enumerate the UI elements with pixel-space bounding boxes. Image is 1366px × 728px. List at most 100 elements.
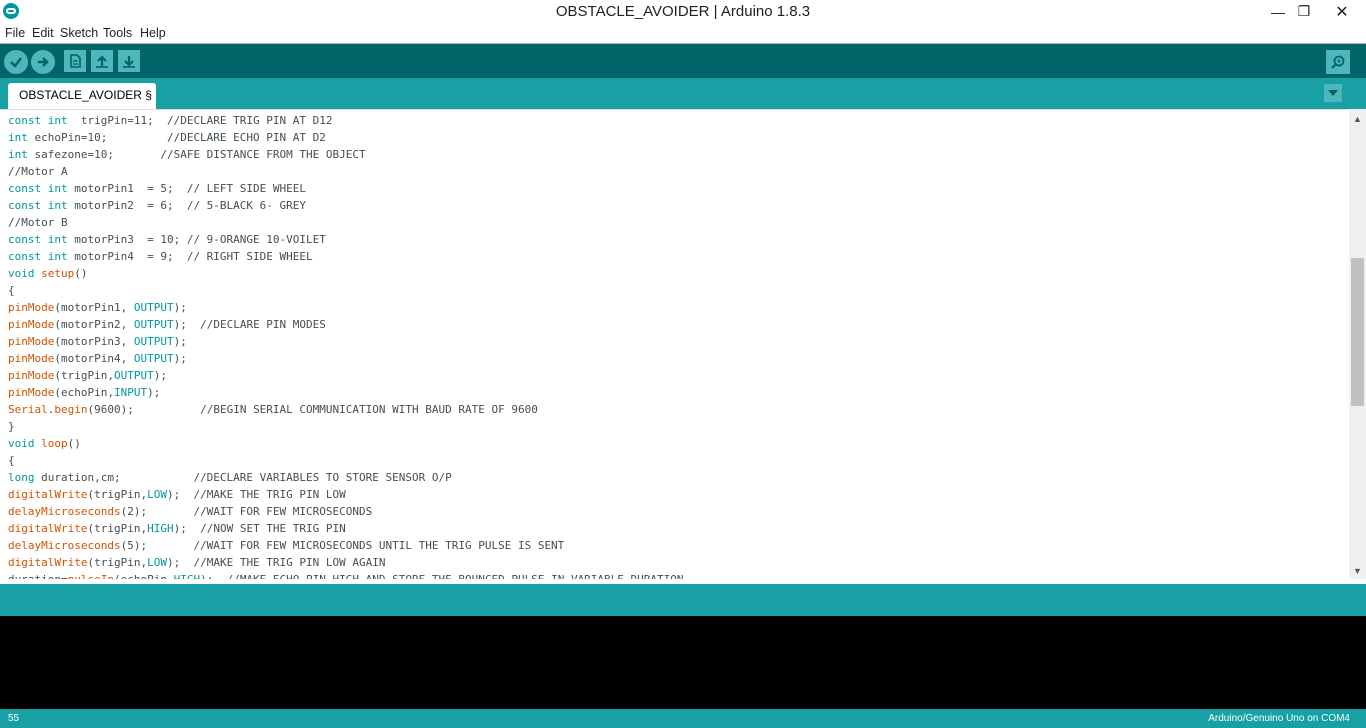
scroll-up-icon[interactable]: ▲ — [1349, 110, 1366, 127]
code-line: long duration,cm; //DECLARE VARIABLES TO… — [8, 469, 452, 486]
code-token: (echoPin, — [54, 386, 114, 399]
menu-bar: File Edit Sketch Tools Help — [0, 23, 1366, 43]
code-token: const int — [8, 114, 68, 127]
code-line: digitalWrite(trigPin,HIGH); //NOW SET TH… — [8, 520, 346, 537]
code-token: digitalWrite — [8, 488, 88, 501]
toolbar — [0, 43, 1366, 78]
close-button[interactable]: ✕ — [1318, 0, 1366, 23]
board-port-label: Arduino/Genuino Uno on COM4 — [1208, 713, 1350, 724]
save-sketch-button[interactable] — [118, 50, 140, 72]
tab-obstacle-avoider[interactable]: OBSTACLE_AVOIDER § — [8, 83, 156, 109]
code-token: () — [67, 437, 81, 450]
serial-monitor-button[interactable] — [1326, 50, 1350, 74]
code-token: int — [8, 131, 28, 144]
code-line: { — [8, 282, 15, 299]
code-token: const int — [8, 199, 68, 212]
code-token: pinMode — [8, 318, 55, 331]
code-token: (trigPin, — [87, 522, 148, 535]
tab-menu-button[interactable] — [1324, 84, 1342, 102]
code-token: long — [8, 471, 35, 484]
code-line: pinMode(trigPin,OUTPUT); — [8, 367, 167, 384]
code-line: { — [8, 452, 15, 469]
upload-button[interactable] — [31, 50, 55, 74]
footer-bar: 55 Arduino/Genuino Uno on COM4 — [0, 709, 1366, 728]
title-bar: OBSTACLE_AVOIDER | Arduino 1.8.3 — ❐ ✕ — [0, 0, 1366, 23]
code-token: const int — [8, 182, 68, 195]
code-token: ); — [173, 352, 187, 365]
code-token: duration,cm; //DECLARE VARIABLES TO STOR… — [34, 471, 452, 484]
scroll-down-icon[interactable]: ▼ — [1349, 562, 1366, 579]
code-token: motorPin1 = 5; // LEFT SIDE WHEEL — [67, 182, 307, 195]
code-token: ); //NOW SET THE TRIG PIN — [173, 522, 346, 535]
code-line: digitalWrite(trigPin,LOW); //MAKE THE TR… — [8, 554, 386, 571]
code-line: const int motorPin4 = 9; // RIGHT SIDE W… — [8, 248, 313, 265]
code-token: { — [8, 454, 15, 467]
save-icon — [123, 56, 135, 68]
code-token: () — [74, 267, 88, 280]
code-token: ); — [153, 369, 167, 382]
code-line: //Motor A — [8, 163, 68, 180]
code-token: (motorPin3, — [54, 335, 134, 348]
code-token: echoPin=10; //DECLARE ECHO PIN AT D2 — [27, 131, 326, 144]
code-token: begin — [54, 403, 88, 416]
code-line: void loop() — [8, 435, 81, 452]
code-token: const int — [8, 233, 68, 246]
verify-button[interactable] — [4, 50, 28, 74]
code-token: digitalWrite — [8, 522, 88, 535]
code-line: int echoPin=10; //DECLARE ECHO PIN AT D2 — [8, 129, 326, 146]
line-number: 55 — [8, 713, 20, 724]
menu-file[interactable]: File — [5, 26, 25, 40]
menu-edit[interactable]: Edit — [32, 26, 54, 40]
tab-bar: OBSTACLE_AVOIDER § — [0, 78, 1366, 109]
code-line: pinMode(motorPin1, OUTPUT); — [8, 299, 187, 316]
code-token: pinMode — [8, 301, 55, 314]
arduino-ide-window: OBSTACLE_AVOIDER | Arduino 1.8.3 — ❐ ✕ F… — [0, 0, 1366, 728]
code-line: //Motor B — [8, 214, 68, 231]
code-token: ); — [173, 335, 187, 348]
code-token: } — [8, 420, 15, 433]
code-token: INPUT — [113, 386, 148, 399]
code-token: //Motor A — [8, 165, 68, 178]
code-token: setup — [41, 267, 75, 280]
console-output[interactable] — [0, 616, 1366, 709]
menu-tools[interactable]: Tools — [103, 26, 132, 40]
code-token: loop — [41, 437, 68, 450]
code-token: const int — [8, 250, 68, 263]
code-token: (9600); //BEGIN SERIAL COMMUNICATION WIT… — [87, 403, 538, 416]
code-line: delayMicroseconds(2); //WAIT FOR FEW MIC… — [8, 503, 372, 520]
code-editor[interactable]: const int trigPin=11; //DECLARE TRIG PIN… — [0, 109, 1366, 579]
open-sketch-button[interactable] — [91, 50, 113, 72]
scrollbar-thumb[interactable] — [1351, 258, 1364, 406]
code-token: ); — [147, 386, 161, 399]
status-bar — [0, 584, 1366, 616]
code-token: HIGH — [147, 522, 174, 535]
code-token: LOW — [147, 488, 167, 501]
code-token: (motorPin1, — [54, 301, 134, 314]
code-token: pinMode — [8, 335, 55, 348]
restore-button[interactable]: ❐ — [1289, 0, 1319, 23]
window-title: OBSTACLE_AVOIDER | Arduino 1.8.3 — [555, 3, 811, 20]
code-token: motorPin4 = 9; // RIGHT SIDE WHEEL — [67, 250, 313, 263]
code-line: } — [8, 418, 15, 435]
code-token: delayMicroseconds — [8, 505, 121, 518]
code-line: pinMode(motorPin4, OUTPUT); — [8, 350, 187, 367]
code-line: Serial.begin(9600); //BEGIN SERIAL COMMU… — [8, 401, 538, 418]
code-token: void — [8, 267, 35, 280]
menu-sketch[interactable]: Sketch — [60, 26, 98, 40]
code-token: (5); //WAIT FOR FEW MICROSECONDS UNTIL T… — [120, 539, 565, 552]
new-icon — [70, 54, 81, 68]
code-token: ); //MAKE THE TRIG PIN LOW AGAIN — [166, 556, 386, 569]
code-token: pinMode — [8, 352, 55, 365]
code-token: delayMicroseconds — [8, 539, 121, 552]
code-token: motorPin3 = 10; // 9-ORANGE 10-VOILET — [67, 233, 326, 246]
upload-icon — [38, 57, 49, 67]
code-token: (2); //WAIT FOR FEW MICROSECONDS — [120, 505, 373, 518]
code-token: OUTPUT — [133, 318, 174, 331]
code-line: pinMode(motorPin3, OUTPUT); — [8, 333, 187, 350]
code-token: Serial — [8, 403, 48, 416]
code-token: OUTPUT — [113, 369, 154, 382]
menu-help[interactable]: Help — [140, 26, 166, 40]
new-sketch-button[interactable] — [64, 50, 86, 72]
open-icon — [96, 55, 108, 68]
code-token: { — [8, 284, 15, 297]
